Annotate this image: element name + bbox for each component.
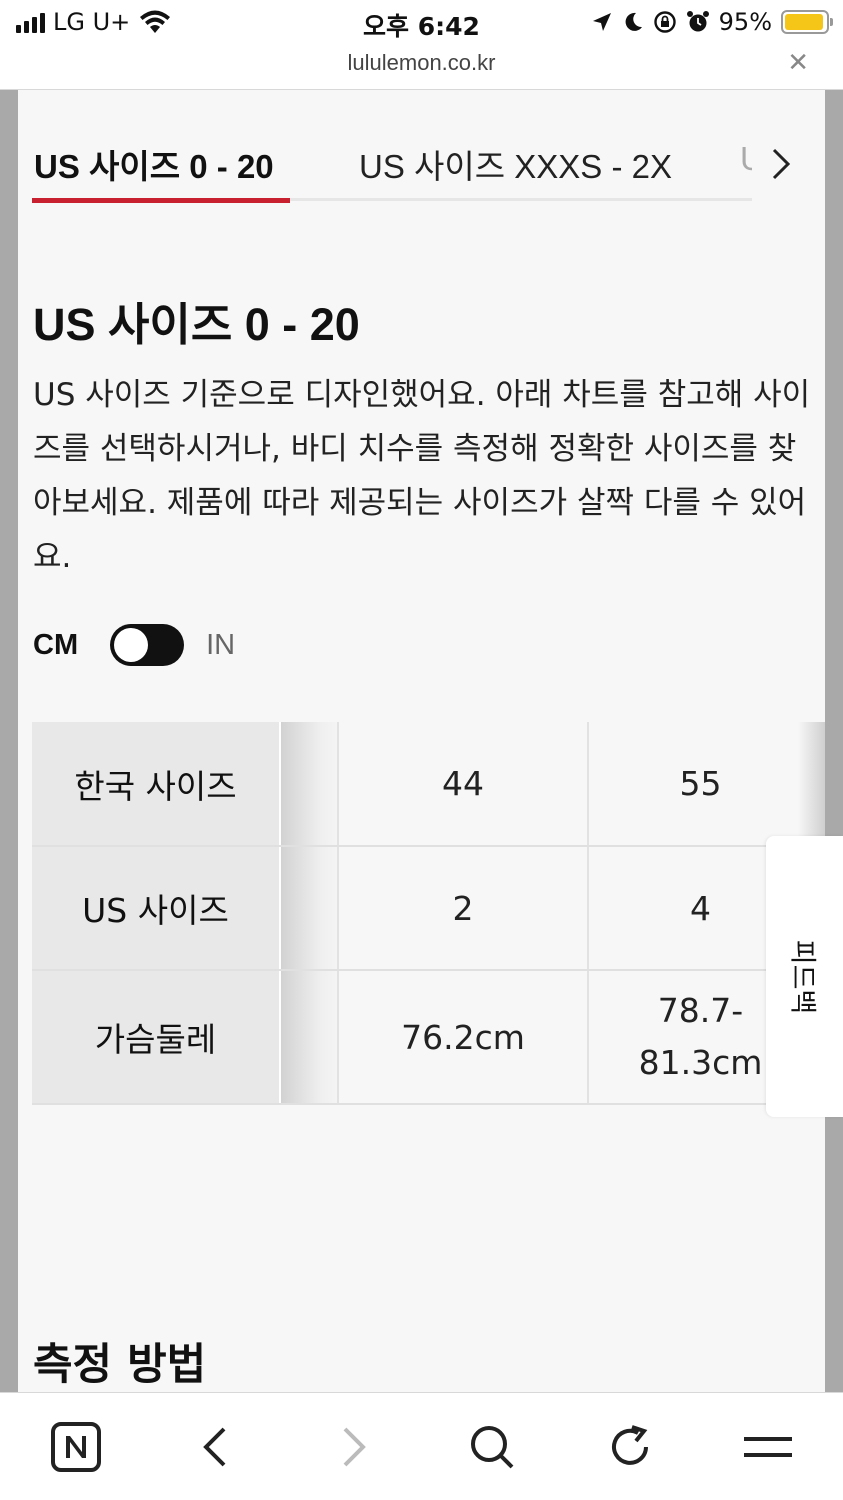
how-to-measure-heading: 측정 방법 — [33, 1340, 207, 1390]
unit-toggle-row: CM IN — [33, 620, 235, 670]
feedback-label: 피드백 — [786, 939, 817, 1014]
forward-arrow-icon[interactable] — [326, 1419, 382, 1475]
toggle-knob — [114, 628, 149, 662]
status-right: 95% — [591, 8, 833, 36]
battery-icon — [781, 10, 833, 34]
size-guide-page: US 사이즈 0 - 20 US 사이즈 XXXS - 2X U US 사이즈 … — [18, 90, 825, 1392]
moon-icon — [625, 12, 642, 31]
table-cell: 2 — [338, 846, 589, 971]
chevron-right-icon[interactable] — [770, 146, 792, 191]
table-cell: 76.2cm — [338, 970, 589, 1105]
chest-range-line-1: 78.7- — [657, 991, 744, 1030]
menu-icon[interactable] — [740, 1419, 796, 1475]
rotation-lock-icon — [653, 11, 676, 33]
battery-percent: 95% — [718, 8, 772, 36]
size-guide-description: US 사이즈 기준으로 디자인했어요. 아래 차트를 참고해 사이즈를 선택하시… — [33, 377, 811, 575]
naver-icon[interactable] — [48, 1419, 104, 1475]
table-row: 한국 사이즈 44 55 — [32, 722, 812, 847]
row-header-us-size: US 사이즈 — [32, 846, 281, 971]
chest-range-line-2: 81.3cm — [638, 1043, 763, 1082]
back-arrow-icon[interactable] — [187, 1419, 243, 1475]
scroll-shadow — [280, 970, 339, 1105]
search-icon[interactable] — [464, 1419, 520, 1475]
scroll-shadow — [280, 846, 339, 971]
page-frame-right — [825, 90, 843, 1392]
page-frame-left — [0, 90, 18, 1392]
table-row: 가슴둘레 76.2cm 78.7- 81.3cm — [32, 970, 812, 1105]
scroll-shadow — [280, 722, 339, 847]
alarm-icon — [686, 11, 709, 32]
tab-us-size-0-20[interactable]: US 사이즈 0 - 20 — [34, 140, 274, 188]
table-row: US 사이즈 2 4 — [32, 846, 812, 971]
size-table: 한국 사이즈 44 55 US 사이즈 2 4 가슴둘레 76.2cm 78.7… — [32, 722, 812, 1105]
tab-us-size-xxxs-2x[interactable]: US 사이즈 XXXS - 2X — [359, 140, 672, 188]
unit-toggle[interactable] — [110, 624, 185, 666]
address-bar[interactable]: lululemon.co.kr ✕ — [0, 46, 843, 90]
row-header-korean-size: 한국 사이즈 — [32, 722, 281, 847]
feedback-tab[interactable]: 피드백 — [766, 836, 843, 1117]
status-bar: LG U+ 오후 6:42 95% — [0, 0, 843, 46]
unit-label-in: IN — [206, 628, 236, 661]
tab-next-partial[interactable]: U — [740, 140, 752, 178]
browser-toolbar — [0, 1392, 843, 1500]
location-arrow-icon — [592, 13, 611, 31]
reload-icon[interactable] — [602, 1419, 658, 1475]
unit-label-cm: CM — [33, 628, 79, 661]
close-icon[interactable]: ✕ — [787, 48, 809, 78]
table-cell: 55 — [588, 722, 812, 847]
page-title: US 사이즈 0 - 20 — [33, 299, 360, 350]
table-cell: 44 — [338, 722, 589, 847]
url-text[interactable]: lululemon.co.kr — [0, 50, 843, 76]
row-header-chest: 가슴둘레 — [32, 970, 281, 1105]
active-tab-indicator — [32, 198, 290, 203]
